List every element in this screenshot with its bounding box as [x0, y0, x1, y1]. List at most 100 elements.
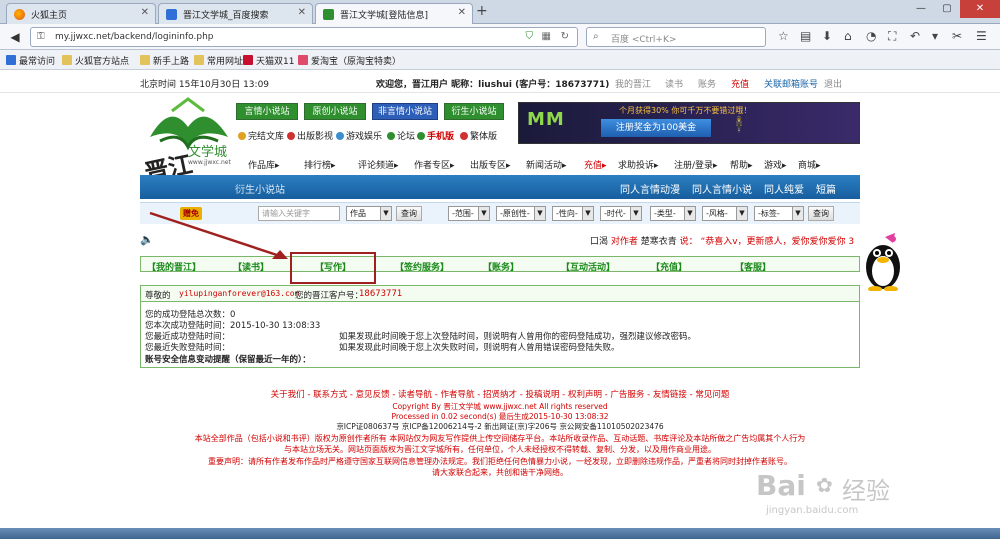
link-my-jjwxc[interactable]: 我的晋江	[615, 77, 651, 90]
taobao-icon	[298, 55, 308, 65]
link-recharge[interactable]: 充值	[731, 77, 749, 90]
login-info-box: 尊敬的 yilupinganforever@163.com 您的晋江客户号： 1…	[140, 285, 860, 368]
link-forum[interactable]: 论坛	[387, 129, 415, 142]
filter-orientation[interactable]: -性向- ▼	[552, 206, 594, 221]
menu-games[interactable]: 游戏▸	[764, 158, 787, 171]
filter-style[interactable]: -风格- ▼	[702, 206, 748, 221]
new-tab-icon[interactable]: +	[476, 3, 488, 19]
window-close-icon[interactable]: ✕	[960, 0, 1000, 18]
ad-banner[interactable]: MM 个月获得30% 你可千万不要错过哦！ 注册奖金为100美金 🕴	[518, 102, 860, 144]
last-failed-login: 您最近失败登陆时间：	[145, 343, 231, 353]
bookmark-firefox-official[interactable]: 火狐官方站点	[62, 54, 129, 67]
close-icon[interactable]: ✕	[141, 7, 149, 18]
channel-short[interactable]: 短篇	[816, 181, 836, 196]
channel-fan-novel[interactable]: 同人言情小说	[692, 181, 752, 196]
btn-original-site[interactable]: 原创小说站	[304, 103, 366, 120]
chevron-down-icon: ▼	[684, 207, 695, 220]
nav-recharge[interactable]: 【充值】	[651, 260, 687, 273]
link-traditional[interactable]: 繁体版	[460, 129, 497, 142]
baidu-jingyan-watermark: Bai ✿ 经验 jingyan.baidu.com	[756, 469, 956, 519]
filter-tags[interactable]: -标签- ▼	[754, 206, 804, 221]
chevron-down-icon[interactable]: ▾	[932, 29, 938, 43]
search-box[interactable]: ⌕ 百度 <Ctrl+K>	[586, 27, 766, 47]
menu-register-login[interactable]: 注册/登录▸	[674, 158, 718, 171]
search-placeholder: 百度 <Ctrl+K>	[611, 35, 677, 45]
ad-bottom-text: 注册奖金为100美金	[601, 119, 711, 137]
menu-works[interactable]: 作品库▸	[248, 158, 280, 171]
link-logout[interactable]: 退出	[824, 77, 842, 90]
link-bind-email[interactable]: 关联邮箱账号	[764, 77, 818, 90]
marquee[interactable]: 口渴 对作者 楚寒衣青 说： “恭喜入v，更新感人，爱你爱你爱你 3	[590, 234, 858, 246]
bookmark-getting-started[interactable]: 新手上路	[140, 54, 189, 67]
filter-genre[interactable]: -类型- ▼	[650, 206, 696, 221]
btn-derivative-site[interactable]: 衍生小说站	[444, 103, 504, 120]
shield-icon[interactable]: ⛉	[526, 31, 534, 42]
link-finished-library[interactable]: 完结文库	[238, 129, 284, 142]
undo-icon[interactable]: ↶	[910, 29, 920, 43]
tab-baidu-search[interactable]: 晋江文学城_百度搜索 ✕	[158, 3, 313, 24]
qq-penguin-icon[interactable]	[862, 231, 904, 291]
minimize-icon[interactable]: —	[908, 0, 934, 18]
link-mobile[interactable]: 手机版	[417, 129, 454, 142]
url-bar[interactable]: ⚿ my.jjwxc.net/backend/logininfo.php ⛉ ▦…	[30, 27, 578, 47]
menu-mall[interactable]: 商城▸	[798, 158, 821, 171]
link-account[interactable]: 账务	[698, 77, 716, 90]
bookmark-common-sites[interactable]: 常用网址	[194, 54, 243, 67]
nav-customer-service[interactable]: 【客服】	[735, 260, 771, 273]
search-type-select[interactable]: 作品 ▼	[346, 206, 392, 221]
btn-non-romance-site[interactable]: 非言情小说站	[372, 103, 438, 120]
menu-help-complaint[interactable]: 求助投诉▸	[618, 158, 659, 171]
search-button[interactable]: 查询	[396, 206, 422, 221]
menu-rankings[interactable]: 排行榜▸	[304, 158, 336, 171]
menu-news[interactable]: 新闻活动▸	[526, 158, 567, 171]
scissors-icon[interactable]: ✂	[952, 29, 962, 43]
url-text: my.jjwxc.net/backend/logininfo.php	[55, 32, 214, 42]
qr-icon[interactable]: ▦	[542, 31, 551, 42]
menu-authors[interactable]: 作者专区▸	[414, 158, 455, 171]
channel-fan-bl[interactable]: 同人纯爱	[764, 181, 804, 196]
filter-scope[interactable]: -范围- ▼	[448, 206, 490, 221]
menu-help[interactable]: 帮助▸	[730, 158, 753, 171]
nav-contract[interactable]: 【签约服务】	[395, 260, 449, 273]
gear-icon	[6, 55, 16, 65]
search-icon: ⌕	[593, 31, 599, 42]
reload-icon[interactable]: ↻	[561, 31, 569, 42]
pocket-icon[interactable]: ◔	[866, 29, 876, 43]
site-logo[interactable]: 文学城 www.jjwxc.net 晋江	[140, 97, 235, 188]
menu-comments[interactable]: 评论频道▸	[358, 158, 399, 171]
reading-list-icon[interactable]: ▤	[800, 29, 811, 43]
menu-publishing[interactable]: 出版专区▸	[470, 158, 511, 171]
nav-interactive[interactable]: 【互动活动】	[561, 260, 615, 273]
fullscreen-icon[interactable]: ⛶	[888, 29, 896, 44]
filter-era[interactable]: -时代- ▼	[600, 206, 642, 221]
filter-search-button[interactable]: 查询	[808, 206, 834, 221]
close-icon[interactable]: ✕	[458, 7, 466, 18]
key-icon: ⚿	[37, 31, 45, 42]
paw-icon: ✿	[816, 473, 833, 497]
download-icon[interactable]: ⬇	[822, 29, 832, 43]
close-icon[interactable]: ✕	[298, 7, 306, 18]
link-game-ent[interactable]: 游戏娱乐	[336, 129, 382, 142]
channel-fan-anime[interactable]: 同人言情动漫	[620, 181, 680, 196]
nav-account[interactable]: 【账务】	[483, 260, 519, 273]
bookmark-most-visited[interactable]: 最常访问	[6, 54, 55, 67]
home-icon[interactable]: ⌂	[844, 29, 852, 43]
greeting: 尊敬的	[145, 291, 171, 301]
star-icon[interactable]: ☆	[778, 29, 789, 43]
back-icon[interactable]: ◀	[6, 28, 24, 46]
bookmark-aitaobao[interactable]: 爱淘宝（原淘宝特卖）	[298, 54, 401, 67]
footer-links[interactable]: 关于我们 - 联系方式 - 意见反馈 - 读者导航 - 作者导航 - 招贤纳才 …	[0, 388, 1000, 400]
tab-jjwxc-login-info[interactable]: 晋江文学城[登陆信息] ✕	[315, 3, 473, 24]
menu-recharge[interactable]: 充值▸	[584, 158, 607, 171]
chevron-down-icon: ▼	[792, 207, 803, 220]
jjwxc-leaf-icon	[323, 9, 334, 20]
link-publish-film[interactable]: 出版影视	[287, 129, 333, 142]
link-reading[interactable]: 读书	[665, 77, 683, 90]
filter-originality[interactable]: -原创性- ▼	[496, 206, 546, 221]
maximize-icon[interactable]: ▢	[934, 0, 960, 18]
btn-romance-site[interactable]: 言情小说站	[236, 103, 298, 120]
tab-firefox-home[interactable]: 火狐主页 ✕	[6, 3, 156, 24]
bookmark-tmall[interactable]: 天猫双11	[243, 54, 294, 67]
menu-icon[interactable]: ☰	[976, 29, 987, 43]
bookmarks-bar: 最常访问 火狐官方站点 新手上路 常用网址 天猫双11 爱淘宝（原淘宝特卖）	[0, 50, 1000, 70]
